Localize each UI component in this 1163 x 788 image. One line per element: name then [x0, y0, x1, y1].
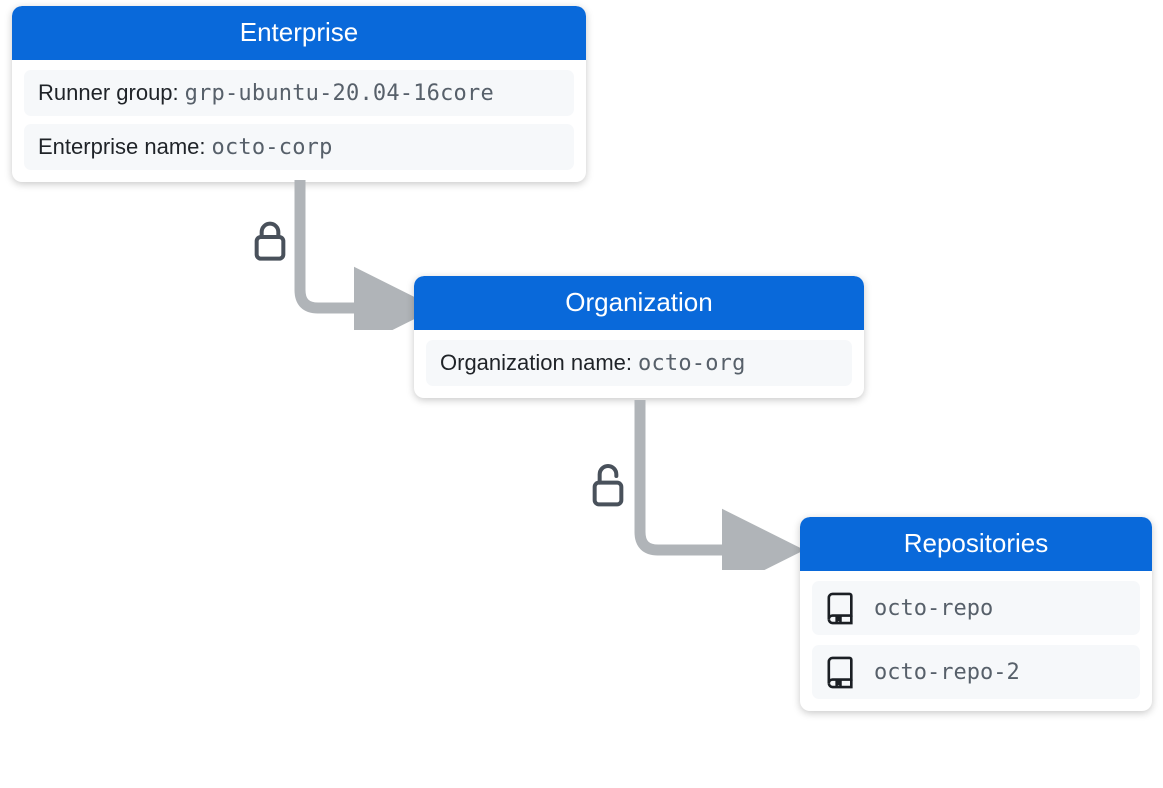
- organization-name-field: Organization name: octo-org: [426, 340, 852, 386]
- enterprise-card: Enterprise Runner group: grp-ubuntu-20.0…: [12, 6, 586, 182]
- runner-group-value: grp-ubuntu-20.04-16core: [185, 81, 494, 106]
- repo-icon: [826, 655, 856, 689]
- repositories-card: Repositories octo-repo octo-repo-2: [800, 517, 1152, 711]
- enterprise-body: Runner group: grp-ubuntu-20.04-16core En…: [12, 60, 586, 182]
- repo-icon: [826, 591, 856, 625]
- repository-name: octo-repo-2: [874, 660, 1020, 685]
- organization-name-label: Organization name:: [440, 350, 632, 376]
- organization-body: Organization name: octo-org: [414, 330, 864, 398]
- repository-item: octo-repo-2: [812, 645, 1140, 699]
- enterprise-name-label: Enterprise name:: [38, 134, 206, 160]
- runner-group-field: Runner group: grp-ubuntu-20.04-16core: [24, 70, 574, 116]
- enterprise-name-value: octo-corp: [212, 135, 333, 160]
- enterprise-name-field: Enterprise name: octo-corp: [24, 124, 574, 170]
- organization-title: Organization: [414, 276, 864, 330]
- lock-open-icon: [588, 460, 628, 512]
- runner-group-label: Runner group:: [38, 80, 179, 106]
- repository-item: octo-repo: [812, 581, 1140, 635]
- enterprise-title: Enterprise: [12, 6, 586, 60]
- repository-name: octo-repo: [874, 596, 993, 621]
- lock-closed-icon: [250, 218, 290, 266]
- organization-card: Organization Organization name: octo-org: [414, 276, 864, 398]
- connector-org-repositories: [620, 400, 820, 570]
- repositories-title: Repositories: [800, 517, 1152, 571]
- organization-name-value: octo-org: [638, 351, 746, 376]
- repositories-body: octo-repo octo-repo-2: [800, 571, 1152, 711]
